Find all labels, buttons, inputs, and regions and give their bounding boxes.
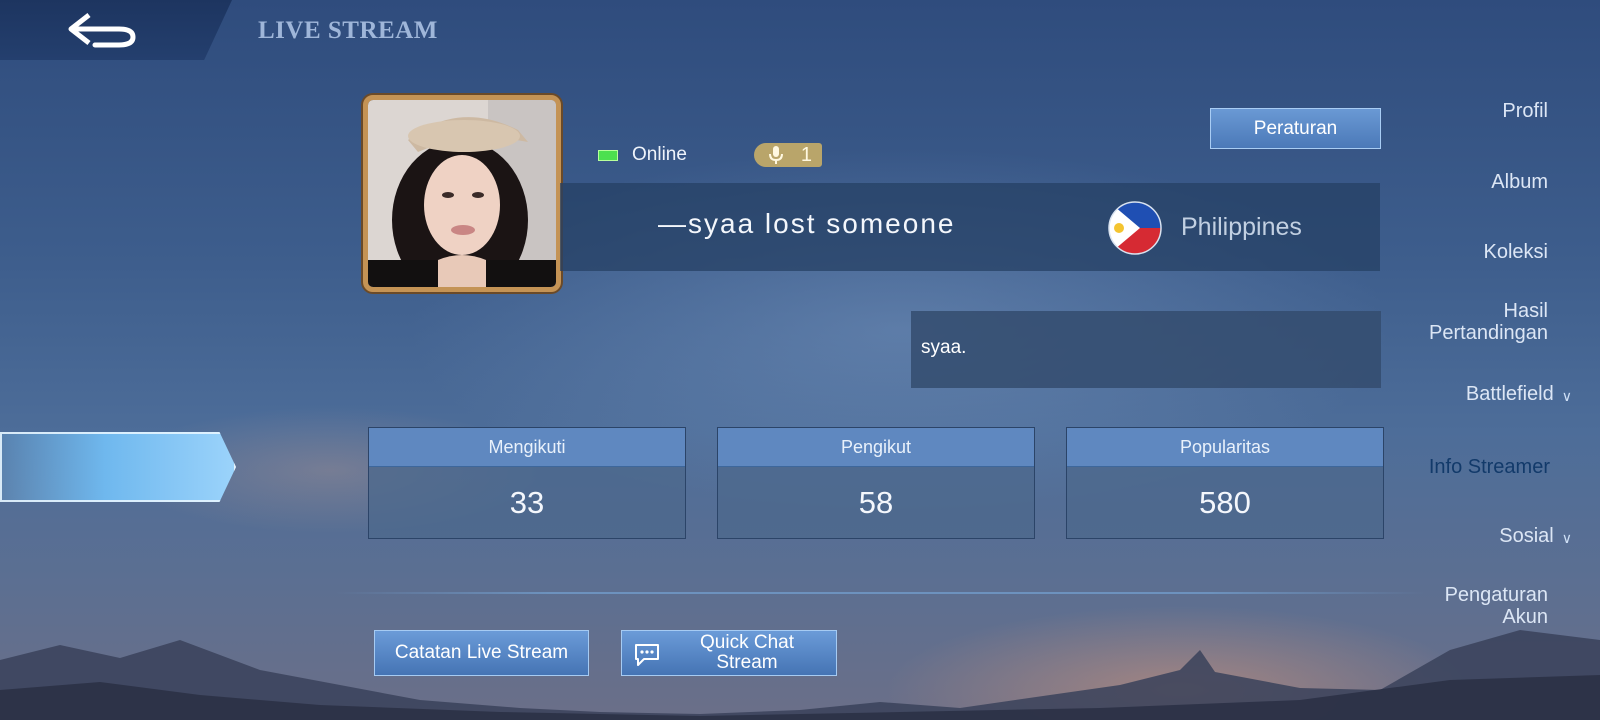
stat-label: Pengikut <box>718 428 1034 467</box>
stat-card-popularity[interactable]: Popularitas 580 <box>1066 427 1384 539</box>
microphone-icon <box>769 146 783 164</box>
avatar-photo <box>368 100 556 287</box>
sidebar-item-hasil-pertandingan[interactable]: Hasil Pertandingan <box>1429 300 1548 344</box>
stat-value: 58 <box>858 485 894 520</box>
stat-label: Mengikuti <box>369 428 685 467</box>
sidebar-item-album[interactable]: Album <box>1491 171 1548 193</box>
page-title: LIVE STREAM <box>258 17 438 44</box>
quick-chat-stream-button[interactable]: Quick Chat Stream <box>621 630 837 676</box>
rules-button[interactable]: Peraturan <box>1210 108 1381 149</box>
stat-card-following[interactable]: Mengikuti 33 <box>368 427 686 539</box>
sidebar-item-profil[interactable]: Profil <box>1502 100 1548 122</box>
philippines-flag-icon <box>1108 201 1162 255</box>
stat-card-followers[interactable]: Pengikut 58 <box>717 427 1035 539</box>
online-indicator-icon <box>598 149 618 161</box>
sidebar-item-label: Battlefield <box>1465 383 1554 405</box>
stat-value: 580 <box>1199 485 1251 520</box>
sidebar-item-label: Sosial <box>1499 525 1554 547</box>
online-status-text: Online <box>632 144 687 165</box>
stream-log-button[interactable]: Catatan Live Stream <box>374 630 589 676</box>
bio-text: syaa. <box>921 337 967 358</box>
avatar[interactable] <box>363 95 561 292</box>
stat-value: 33 <box>509 485 545 520</box>
sidebar-item-label: Profil <box>1502 100 1548 122</box>
divider <box>335 592 1425 594</box>
player-name: —syaa lost someone <box>658 208 956 239</box>
sidebar-item-label: Hasil Pertandingan <box>1429 300 1548 344</box>
sidebar-item-label: Koleksi <box>1483 241 1548 263</box>
chevron-down-icon: ∨ <box>1561 530 1572 546</box>
quick-chat-label: Quick Chat Stream <box>700 632 794 673</box>
sidebar-item-label: Album <box>1491 171 1548 193</box>
mic-badge: 1 <box>754 143 822 167</box>
mic-count: 1 <box>800 143 812 166</box>
chat-bubble-icon <box>635 644 659 666</box>
back-button[interactable] <box>0 0 232 60</box>
back-arrow-icon <box>68 13 136 48</box>
stream-log-label: Catatan Live Stream <box>394 642 569 663</box>
sidebar-item-info-streamer[interactable] <box>0 432 236 502</box>
chevron-down-icon: ∨ <box>1561 388 1572 404</box>
sidebar-item-battlefield[interactable]: Battlefield ∨ <box>1466 383 1572 405</box>
sidebar-item-pengaturan-akun[interactable]: Pengaturan Akun <box>1445 584 1548 628</box>
sidebar-item-koleksi[interactable]: Koleksi <box>1484 241 1548 263</box>
bio-box: syaa. <box>911 311 1381 388</box>
stat-label: Popularitas <box>1067 428 1383 467</box>
sidebar-item-sosial[interactable]: Sosial ∨ <box>1499 525 1572 547</box>
sidebar-item-label-active: Info Streamer <box>1428 456 1550 478</box>
sidebar-item-label: Pengaturan Akun <box>1444 584 1548 628</box>
online-status: Online <box>598 144 687 166</box>
country-label: Philippines <box>1181 213 1302 241</box>
